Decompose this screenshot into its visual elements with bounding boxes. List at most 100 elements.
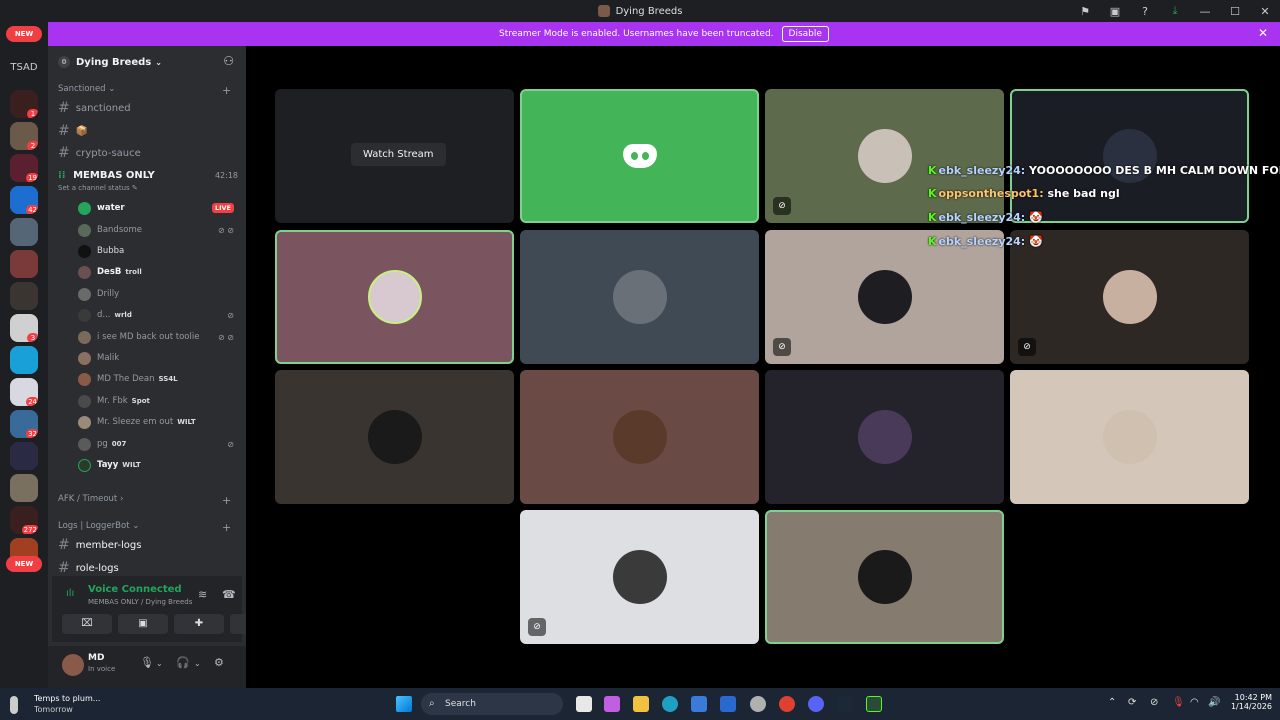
network-off-icon[interactable]: ⊘ [1150,697,1158,708]
taskbar-search[interactable]: ⌕ Search [421,693,563,715]
voice-connected-channel[interactable]: MEMBAS ONLY / Dying Breeds [88,598,192,606]
close-window-button[interactable]: ✕ [1250,5,1280,18]
server-header[interactable]: 0 Dying Breeds ⌄ ⚇ [48,46,246,78]
app-icon[interactable] [866,696,882,712]
voice-member[interactable]: Mr. Fbk Spot [78,392,238,410]
activities-button[interactable]: ✚ [174,614,224,634]
steam-icon[interactable] [837,696,853,712]
chevron-down-icon[interactable]: ⌄ [194,659,201,668]
participant-tile[interactable] [275,230,514,364]
voice-member[interactable]: Bandsome ⊘ ⊘ [78,221,238,239]
channel-crypto-sauce[interactable]: # crypto-sauce [58,145,141,161]
chrome-icon[interactable] [779,696,795,712]
voice-member[interactable]: water LIVE [78,199,238,217]
server-icon[interactable] [10,218,38,246]
voice-member[interactable]: d... wrld ⊘ [78,306,238,324]
category-afk[interactable]: AFK / Timeout › + [58,494,231,507]
server-icon[interactable]: 272 [10,506,38,534]
voice-member[interactable]: DesB troll [78,263,238,281]
participant-tile[interactable] [520,89,759,223]
server-icon[interactable] [10,442,38,470]
mail-icon[interactable] [720,696,736,712]
participant-tile[interactable]: ⊘ [520,510,759,644]
avatar[interactable] [62,654,84,676]
server-icon[interactable] [10,474,38,502]
noise-suppression-icon[interactable]: ≋ [198,588,207,601]
category-logs[interactable]: Logs | LoggerBot ⌄ + [58,521,231,534]
server-icon[interactable]: 3 [10,314,38,342]
channel-status[interactable]: Set a channel status ✎ [58,184,238,192]
participant-tile[interactable] [520,370,759,504]
participant-tile[interactable] [765,510,1004,644]
task-view-icon[interactable] [576,696,592,712]
server-icon[interactable]: 2 [10,122,38,150]
server-icon[interactable] [10,250,38,278]
voice-member[interactable]: Bubba [78,242,238,260]
new-badge[interactable]: NEW [6,556,42,572]
voice-member[interactable]: Malik [78,349,238,367]
share-screen-button[interactable]: ▣ [118,614,168,634]
voice-channel-membas-only[interactable]: ⁞⁞ MEMBAS ONLY 42:18 Set a channel statu… [58,170,238,192]
screen-icon[interactable]: ▣ [1100,5,1130,18]
disconnect-icon[interactable]: ☎ [222,588,236,601]
voice-member[interactable]: i see MD back out toolie ⊘ ⊘ [78,328,238,346]
sync-icon[interactable]: ⟳ [1128,697,1136,708]
close-banner-icon[interactable]: ✕ [1258,26,1268,40]
new-badge[interactable]: NEW [6,26,42,42]
download-icon[interactable]: ⤓ [1160,4,1190,18]
chevron-up-icon[interactable]: ⌃ [1108,697,1116,708]
server-icon[interactable]: 19 [10,154,38,182]
app-icon[interactable] [750,696,766,712]
voice-member[interactable]: Drilly [78,285,238,303]
file-explorer-icon[interactable] [633,696,649,712]
channel-role-logs[interactable]: # role-logs [58,560,119,576]
category-sanctioned[interactable]: Sanctioned ⌄ + [58,84,231,97]
voice-member[interactable]: Tayy WILT [78,456,238,474]
volume-icon[interactable]: 🔊 [1208,697,1220,708]
voice-connected-label[interactable]: Voice Connected [88,584,182,595]
participant-tile[interactable]: ⊘ [765,89,1004,223]
inbox-icon[interactable]: ⚑ [1070,5,1100,18]
help-icon[interactable]: ? [1130,5,1160,18]
voice-member[interactable]: pg 007 ⊘ [78,435,238,453]
server-icon[interactable] [10,282,38,310]
channel-box[interactable]: # 📦 [58,123,88,139]
participant-tile[interactable] [765,370,1004,504]
copilot-icon[interactable] [604,696,620,712]
participant-tile[interactable]: ⊘ [1010,230,1249,364]
server-icon[interactable]: 32 [10,410,38,438]
channel-member-logs[interactable]: # member-logs [58,537,141,553]
add-channel-icon[interactable]: + [222,84,231,97]
invite-icon[interactable]: ⚇ [223,54,234,68]
voice-member[interactable]: MD The Dean SS4L [78,370,238,388]
server-tsad[interactable]: TSAD [4,62,44,82]
voice-member[interactable]: Mr. Sleeze em out WILT [78,413,238,431]
participant-tile[interactable] [1010,370,1249,504]
add-channel-icon[interactable]: + [222,521,231,534]
microphone-icon[interactable]: 🎙 [1172,697,1185,708]
wifi-icon[interactable]: ◠ [1190,697,1199,708]
windows-start-icon[interactable] [396,696,412,712]
stream-tile[interactable]: Watch Stream [275,89,514,223]
server-icon[interactable]: 1 [10,90,38,118]
participant-tile[interactable] [1010,89,1249,223]
clock[interactable]: 10:42 PM 1/14/2026 [1228,693,1272,711]
edge-icon[interactable] [662,696,678,712]
participant-tile[interactable] [520,230,759,364]
maximize-button[interactable]: ☐ [1220,5,1250,18]
server-icon[interactable] [10,346,38,374]
channel-sanctioned[interactable]: # sanctioned [58,100,131,116]
participant-tile[interactable]: ⊘ [765,230,1004,364]
watch-stream-button[interactable]: Watch Stream [351,143,446,166]
store-icon[interactable] [691,696,707,712]
camera-off-button[interactable]: ⌧ [62,614,112,634]
chevron-down-icon[interactable]: ⌄ [156,659,163,668]
microphone-icon[interactable]: 🎙 [140,656,154,669]
server-icon[interactable]: 24 [10,378,38,406]
add-channel-icon[interactable]: + [222,494,231,507]
discord-icon[interactable] [808,696,824,712]
settings-gear-icon[interactable]: ⚙ [214,656,224,669]
minimize-button[interactable]: — [1190,5,1220,18]
disable-streamer-mode-button[interactable]: Disable [781,26,829,42]
participant-tile[interactable] [275,370,514,504]
